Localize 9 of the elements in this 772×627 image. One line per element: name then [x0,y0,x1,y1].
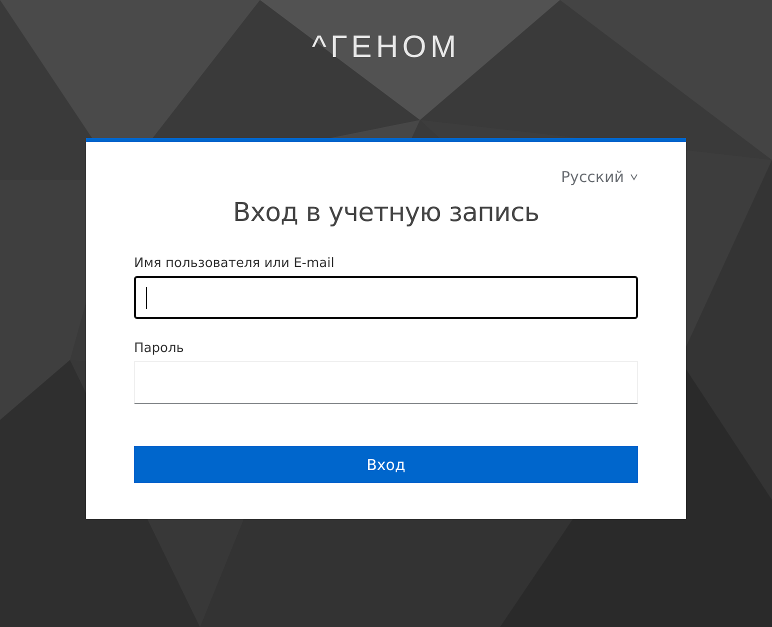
login-button[interactable]: Вход [134,446,638,483]
language-selector[interactable]: Русский [561,168,638,186]
logo-text: ^ГЕНОМ [312,28,460,66]
login-title: Вход в учетную запись [232,198,540,228]
field-label: Имя пользователя или E-mail [134,256,336,271]
text-cursor [146,286,147,308]
input-field[interactable] [134,276,638,319]
chevron-down-icon [630,173,638,181]
field-label: Пароль [134,341,185,356]
